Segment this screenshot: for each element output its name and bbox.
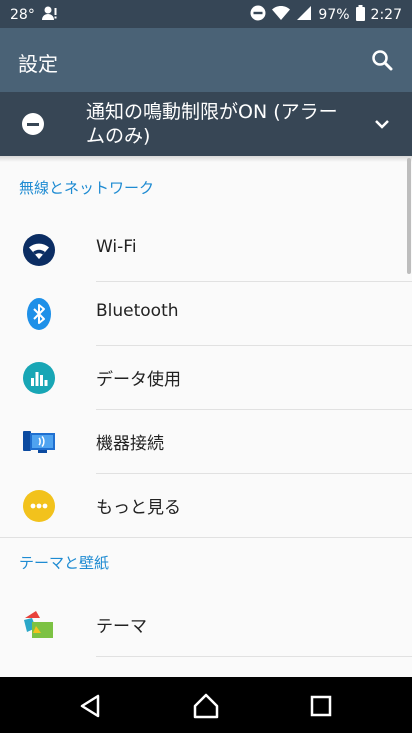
settings-item-theme[interactable]: テーマ xyxy=(0,592,412,656)
settings-item-data-usage[interactable]: データ使用 xyxy=(0,345,412,409)
settings-item-device-connection[interactable]: 機器接続 xyxy=(0,409,412,473)
device-connection-icon xyxy=(22,425,56,459)
settings-item-wifi[interactable]: Wi-Fi xyxy=(0,217,412,281)
banner-shadow xyxy=(0,156,412,162)
page-title: 設定 xyxy=(18,52,58,76)
chevron-down-icon[interactable] xyxy=(372,114,392,134)
search-icon xyxy=(372,50,393,71)
do-not-disturb-icon xyxy=(22,113,44,135)
cell-signal-icon xyxy=(296,5,312,25)
section-divider xyxy=(0,537,412,538)
battery-percent: 97% xyxy=(318,7,350,23)
search-button[interactable] xyxy=(366,44,398,76)
account-alert-icon xyxy=(41,5,57,25)
clock: 2:27 xyxy=(370,7,402,23)
dnd-banner-text: 通知の鳴動制限がON (アラームのみ) xyxy=(86,101,338,147)
settings-item-more[interactable]: もっと見る xyxy=(0,473,412,537)
data-usage-icon xyxy=(22,361,56,395)
settings-item-label: 機器接続 xyxy=(96,434,164,454)
temperature-text: 28° xyxy=(10,7,35,23)
settings-item-wallpaper[interactable] xyxy=(0,656,412,677)
wifi-signal-icon xyxy=(272,5,291,25)
back-button[interactable] xyxy=(76,691,106,721)
settings-item-label: テーマ xyxy=(96,617,147,637)
do-not-disturb-icon xyxy=(250,5,266,25)
status-bar: 28° 97% 2:27 xyxy=(0,0,412,28)
app-bar: 設定 xyxy=(0,28,412,92)
recents-icon xyxy=(310,695,332,717)
theme-icon xyxy=(22,608,56,642)
home-button[interactable] xyxy=(191,691,221,721)
settings-item-bluetooth[interactable]: Bluetooth xyxy=(0,281,412,345)
settings-item-label: もっと見る xyxy=(96,498,181,518)
back-icon xyxy=(80,694,100,718)
wifi-icon xyxy=(22,233,56,267)
battery-icon xyxy=(355,5,365,25)
recents-button[interactable] xyxy=(306,691,336,721)
section-header-wireless: 無線とネットワーク xyxy=(19,179,155,197)
settings-list[interactable]: 無線とネットワーク Wi-Fi Bluetooth データ使用 機器接続 もっと… xyxy=(0,156,412,677)
settings-item-label: データ使用 xyxy=(96,370,181,390)
scrollbar[interactable] xyxy=(407,158,411,274)
more-icon xyxy=(22,489,56,523)
settings-item-label: Bluetooth xyxy=(96,301,179,321)
home-icon xyxy=(193,693,219,719)
dnd-banner[interactable]: 通知の鳴動制限がON (アラームのみ) xyxy=(0,92,412,156)
settings-item-label: Wi-Fi xyxy=(96,237,137,257)
section-header-themes: テーマと壁紙 xyxy=(19,554,110,572)
navigation-bar xyxy=(0,677,412,733)
bluetooth-icon xyxy=(22,297,56,331)
